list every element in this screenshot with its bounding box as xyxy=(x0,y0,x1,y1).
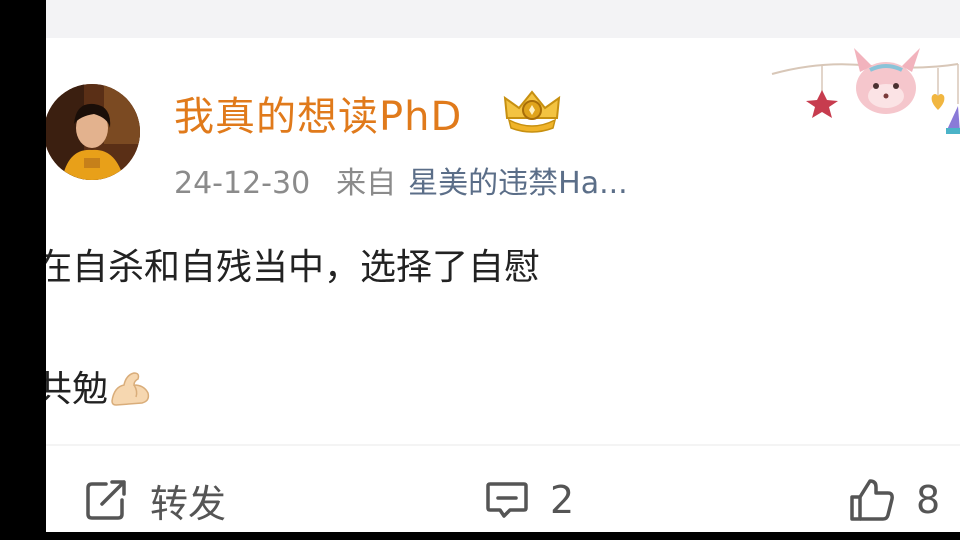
post-meta: 24-12-30 来自 星美的违禁Ha... xyxy=(174,158,628,202)
post-text-line-1: 在自杀和自残当中，选择了自慰 xyxy=(46,247,541,288)
divider xyxy=(46,444,960,446)
post-source[interactable]: 星美的违禁Ha... xyxy=(408,166,628,201)
avatar[interactable] xyxy=(46,84,140,180)
like-count: 8 xyxy=(916,478,941,522)
comment-icon xyxy=(486,482,528,518)
comment-button[interactable]: 2 xyxy=(484,470,574,530)
vip-crown-icon[interactable] xyxy=(501,88,563,134)
username[interactable]: 我真的想读PhD xyxy=(174,84,462,142)
post-date: 24-12-30 xyxy=(174,166,311,201)
flexed-biceps-emoji xyxy=(111,372,150,406)
comment-count: 2 xyxy=(550,478,575,522)
like-button[interactable]: 8 xyxy=(848,470,940,530)
repost-label: 转发 xyxy=(150,481,227,526)
repost-icon xyxy=(86,480,126,520)
thumbs-up-icon xyxy=(850,479,894,521)
repost-button[interactable]: 转发 xyxy=(84,470,226,530)
source-prefix: 来自 xyxy=(336,166,397,201)
top-bar xyxy=(46,0,960,38)
post-card: 我真的想读PhD 24-12-30 来自 星美的违禁Ha... 在自杀和自残当中，选… xyxy=(46,0,960,532)
post-text-line-2: 共勉 xyxy=(46,360,152,412)
decoration-pendant xyxy=(771,48,960,134)
post-text-line-2-text: 共勉 xyxy=(46,369,109,410)
